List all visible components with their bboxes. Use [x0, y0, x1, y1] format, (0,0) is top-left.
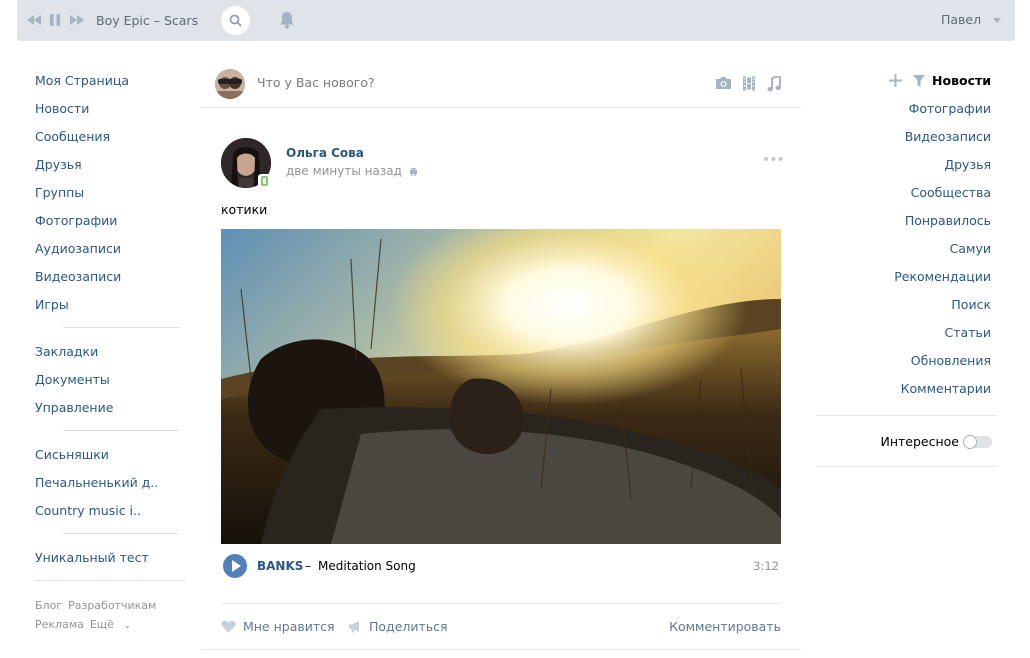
sidebar-item-group1-4[interactable]: Группы — [35, 184, 185, 212]
bell-icon[interactable] — [279, 11, 295, 29]
sidebar-item-group2-1[interactable]: Документы — [35, 371, 185, 399]
feed-menu-item-10[interactable]: Комментарии — [816, 376, 997, 404]
sidebar-item-group2-2[interactable]: Управление — [35, 399, 185, 427]
search-icon — [229, 14, 242, 27]
divider — [221, 603, 781, 604]
pause-icon[interactable] — [49, 12, 61, 28]
footer-link-more[interactable]: Ещё ⌄ — [90, 618, 137, 631]
user-menu-name[interactable]: Павел — [941, 12, 981, 27]
sidebar-item-group3-2[interactable]: Country music i.. — [35, 502, 185, 530]
play-icon — [232, 560, 241, 572]
filter-icon[interactable] — [912, 75, 925, 87]
share-button[interactable]: Поделиться — [348, 618, 448, 634]
footer-link-blog[interactable]: Блог — [35, 599, 62, 612]
divider — [63, 327, 179, 328]
feed-menu-item-9[interactable]: Обновления — [816, 348, 997, 376]
sidebar-item-group3-1[interactable]: Печальненький д.. — [35, 474, 185, 502]
share-label: Поделиться — [369, 619, 448, 634]
more-options-icon[interactable]: ••• — [762, 152, 785, 168]
plus-icon[interactable] — [889, 74, 902, 87]
feed-menu-item-8[interactable]: Статьи — [816, 320, 997, 348]
chevron-down-icon: ⌄ — [123, 621, 131, 631]
music-note-icon[interactable] — [767, 76, 781, 92]
feed-menu-item-3[interactable]: Сообщества — [816, 180, 997, 208]
feed-menu-item-6[interactable]: Рекомендации — [816, 264, 997, 292]
feed-post: Ольга Сова две минуты назад ••• котики B… — [201, 122, 801, 650]
sidebar-item-group1-1[interactable]: Новости — [35, 100, 185, 128]
composer-input[interactable]: Что у Вас нового? — [257, 75, 375, 90]
divider — [35, 580, 185, 581]
nav-group-main: Моя Страница Новости Сообщения Друзья Группы… — [35, 72, 185, 324]
sidebar-item-group1-6[interactable]: Аудиозаписи — [35, 240, 185, 268]
audio-duration: 3:12 — [753, 559, 779, 573]
top-bar: Boy Epic – Scars Павел — [17, 0, 1015, 41]
post-photo[interactable] — [221, 229, 781, 544]
megaphone-icon — [349, 621, 359, 633]
comment-label: Комментировать — [669, 619, 781, 634]
feed-filter-menu: Новости Фотографии Видеозаписи Друзья Сообщ… — [816, 68, 997, 467]
left-sidebar: Моя Страница Новости Сообщения Друзья Группы… — [35, 72, 185, 636]
divider — [816, 466, 997, 467]
feed-menu-item-2[interactable]: Друзья — [816, 152, 997, 180]
play-button[interactable] — [223, 554, 247, 578]
now-playing-track[interactable]: Boy Epic – Scars — [96, 13, 198, 28]
camera-icon[interactable] — [715, 76, 732, 90]
nav-group-communities: Сисьняшки Печальненький д.. Country music … — [35, 446, 185, 530]
audio-attachment: BANKS – Meditation Song 3:12 — [221, 552, 781, 580]
video-icon[interactable] — [742, 76, 756, 91]
sidebar-item-group4-0[interactable]: Уникальный тест — [35, 549, 185, 577]
like-button[interactable]: Мне нравится — [221, 618, 335, 634]
next-track-icon[interactable] — [70, 12, 84, 28]
interesting-toggle[interactable] — [963, 435, 992, 449]
footer-more-label: Ещё — [89, 618, 114, 631]
feed-menu-icons — [889, 74, 925, 90]
sidebar-item-group1-8[interactable]: Игры — [35, 296, 185, 324]
toggle-knob — [963, 435, 977, 449]
interesting-toggle-label: Интересное — [880, 434, 959, 449]
audio-artist-link[interactable]: BANKS — [257, 559, 303, 573]
comment-button[interactable]: Комментировать — [669, 618, 781, 634]
post-timestamp[interactable]: две минуты назад — [286, 164, 418, 178]
post-time-label: две минуты назад — [286, 164, 402, 178]
audio-title[interactable]: Meditation Song — [318, 559, 416, 573]
feed-menu-item-4[interactable]: Понравилось — [816, 208, 997, 236]
nav-group-tools: Закладки Документы Управление — [35, 343, 185, 427]
feed-menu-item-7[interactable]: Поиск — [816, 292, 997, 320]
sidebar-item-group1-7[interactable]: Видеозаписи — [35, 268, 185, 296]
like-label: Мне нравится — [243, 619, 335, 634]
divider — [63, 430, 179, 431]
heart-icon — [221, 620, 236, 633]
android-icon — [409, 168, 417, 176]
sidebar-item-group2-0[interactable]: Закладки — [35, 343, 185, 371]
post-composer: Что у Вас нового? — [201, 60, 801, 108]
sidebar-footer: Блог Разработчикам Реклама Ещё ⌄ — [35, 596, 185, 636]
post-text: котики — [221, 202, 268, 217]
footer-link-ads[interactable]: Реклама — [35, 618, 84, 631]
sidebar-item-group1-0[interactable]: Моя Страница — [35, 72, 185, 100]
sidebar-item-group3-0[interactable]: Сисьняшки — [35, 446, 185, 474]
divider — [63, 533, 179, 534]
sidebar-item-group1-3[interactable]: Друзья — [35, 156, 185, 184]
search-button[interactable] — [221, 6, 250, 35]
previous-track-icon[interactable] — [27, 12, 41, 28]
feed-menu-item-5[interactable]: Самуи — [816, 236, 997, 264]
sidebar-item-group1-2[interactable]: Сообщения — [35, 128, 185, 156]
post-author-link[interactable]: Ольга Сова — [286, 146, 364, 160]
nav-group-apps: Уникальный тест — [35, 549, 185, 577]
interesting-toggle-row[interactable]: Интересное — [816, 416, 997, 466]
chevron-down-icon[interactable] — [993, 18, 1001, 23]
feed-menu-list: Фотографии Видеозаписи Друзья Сообщества Пон… — [816, 96, 997, 404]
audio-separator: – — [305, 559, 311, 573]
avatar[interactable] — [215, 69, 245, 99]
sidebar-item-group1-5[interactable]: Фотографии — [35, 212, 185, 240]
feed-menu-item-0[interactable]: Фотографии — [816, 96, 997, 124]
feed-menu-item-1[interactable]: Видеозаписи — [816, 124, 997, 152]
post-actions: Мне нравится Поделиться Комментировать — [221, 618, 781, 636]
footer-link-developers[interactable]: Разработчикам — [68, 599, 156, 612]
mobile-online-icon — [258, 174, 271, 188]
